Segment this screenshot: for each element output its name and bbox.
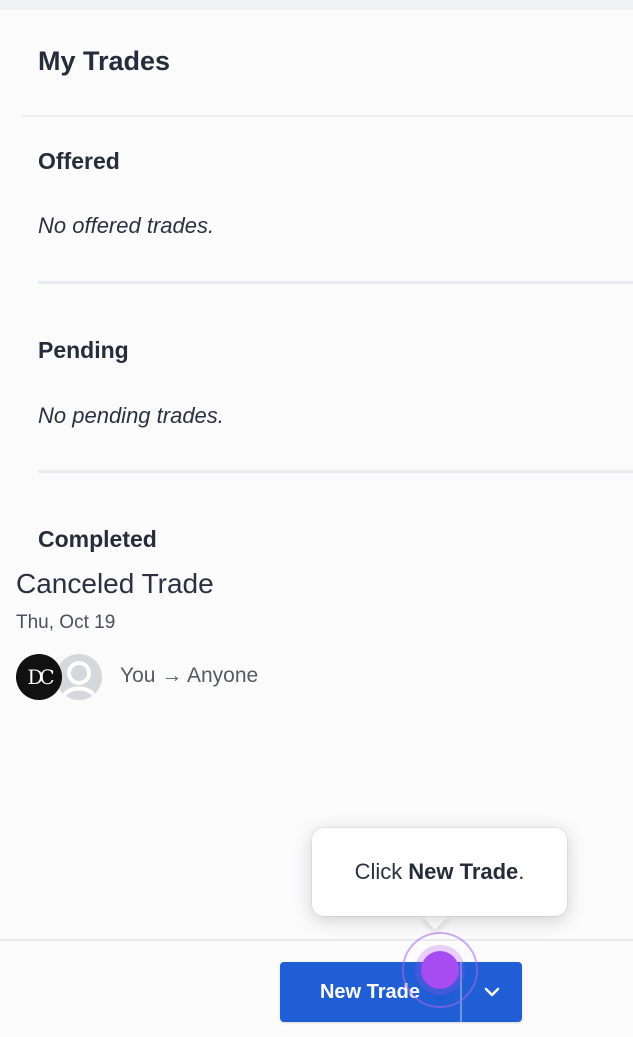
new-trade-button[interactable]: New Trade xyxy=(280,962,460,1022)
new-trade-split-button: New Trade xyxy=(280,962,522,1022)
section-title-pending: Pending xyxy=(38,337,129,363)
header-divider xyxy=(22,115,633,117)
chevron-down-icon xyxy=(484,987,500,997)
tooltip-bold-text: New Trade xyxy=(408,859,519,884)
footer-divider xyxy=(0,939,633,941)
offered-empty-message: No offered trades. xyxy=(38,213,215,238)
trades-panel: My Trades Offered No offered trades. Pen… xyxy=(22,10,633,940)
trade-title[interactable]: Canceled Trade xyxy=(16,568,214,600)
new-trade-dropdown-button[interactable] xyxy=(462,962,522,1022)
user-placeholder-icon xyxy=(56,654,102,700)
section-title-completed: Completed xyxy=(38,526,157,552)
tooltip-suffix: . xyxy=(518,859,525,884)
avatar-initials: DC xyxy=(27,665,54,689)
trade-parties: You → Anyone xyxy=(120,664,259,687)
top-strip xyxy=(0,0,633,10)
tooltip-prefix: Click xyxy=(354,859,403,884)
pending-divider xyxy=(38,470,633,473)
avatar: DC xyxy=(16,654,62,700)
page-title: My Trades xyxy=(38,46,171,76)
trade-avatars: DC xyxy=(16,654,106,700)
guide-tooltip: Click New Trade . xyxy=(312,828,567,916)
offered-divider xyxy=(38,281,633,284)
trade-date: Thu, Oct 19 xyxy=(16,612,116,633)
pending-empty-message: No pending trades. xyxy=(38,403,224,428)
section-title-offered: Offered xyxy=(38,148,120,174)
